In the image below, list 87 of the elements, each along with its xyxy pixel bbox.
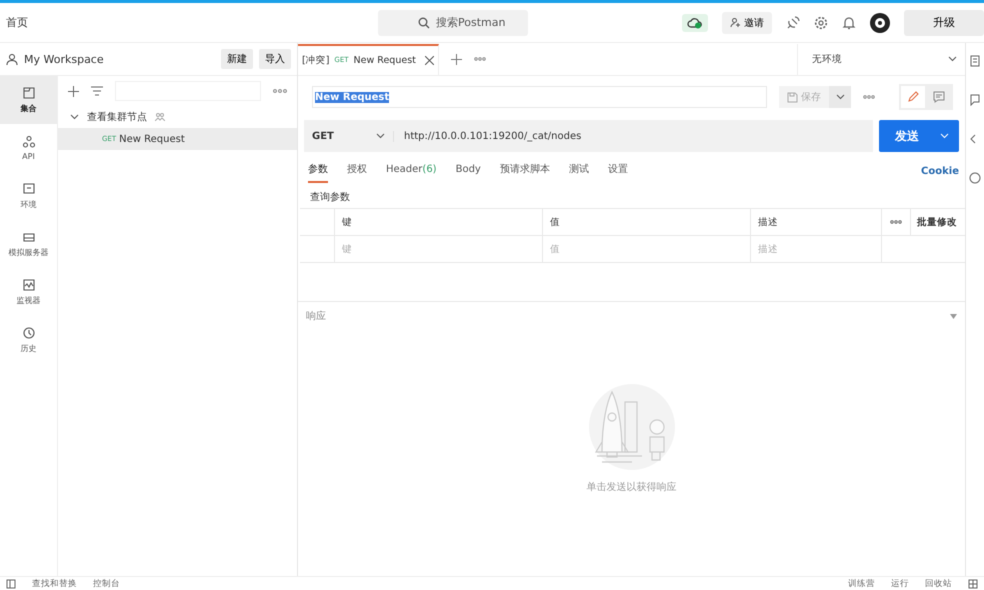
request-section-tab[interactable]: 参数 xyxy=(308,159,328,183)
history-icon xyxy=(22,326,36,340)
workspace-name: My Workspace xyxy=(24,52,105,66)
chevron-icon xyxy=(376,133,385,139)
sidebar-nav-item[interactable]: API xyxy=(0,124,57,172)
param-input[interactable]: 描述 xyxy=(750,236,881,262)
column-header: 值 xyxy=(542,209,750,235)
environment-dropdown[interactable]: 无环境 xyxy=(797,44,965,74)
workspace-button[interactable]: 导入 xyxy=(259,49,291,69)
add-icon[interactable] xyxy=(68,86,79,96)
nav-label: API xyxy=(22,152,35,161)
add-user-icon xyxy=(730,17,741,28)
settings-icon[interactable] xyxy=(814,16,828,30)
nav-label: 历史 xyxy=(20,343,36,354)
add-tab-icon[interactable] xyxy=(450,54,462,64)
satellite-icon[interactable] xyxy=(786,16,800,30)
window-icon xyxy=(22,182,36,196)
document-icon[interactable] xyxy=(970,55,980,67)
request-section-tab[interactable]: 设置 xyxy=(608,159,628,183)
sidebar-nav-item[interactable]: 监视器 xyxy=(0,268,57,316)
status-bar-item[interactable]: 回收站 xyxy=(925,578,952,590)
search-icon xyxy=(418,16,430,28)
caret-icon[interactable] xyxy=(950,314,957,318)
response-title: 响应 xyxy=(306,310,326,323)
people-icon xyxy=(155,113,165,121)
request-section-tab[interactable]: Header(6) xyxy=(386,159,437,183)
upgrade-button[interactable]: 升级 xyxy=(904,10,984,36)
chevron-icon xyxy=(70,114,79,120)
info-icon[interactable] xyxy=(969,172,981,184)
section-title: 查询参数 xyxy=(309,190,351,205)
close-icon[interactable] xyxy=(424,56,434,64)
nav-label: 模拟服务器 xyxy=(8,247,48,258)
nav-label: 环境 xyxy=(20,199,36,210)
sync-status-icon[interactable] xyxy=(682,14,708,32)
param-input[interactable]: 值 xyxy=(542,236,750,262)
edit-mode-button[interactable] xyxy=(901,86,925,108)
empty-response-hint: 单击发送以获得响应 xyxy=(586,480,676,494)
more-icon[interactable] xyxy=(474,57,486,61)
param-input[interactable]: 键 xyxy=(334,236,542,262)
folder-icon xyxy=(22,86,36,100)
filter-icon[interactable] xyxy=(91,86,103,96)
request-name-field[interactable]: New Request xyxy=(312,86,767,108)
request-section-tab[interactable]: Body xyxy=(456,159,481,183)
sidebar-nav-item[interactable]: 环境 xyxy=(0,172,57,220)
comment-icon xyxy=(933,91,945,103)
nodes-icon xyxy=(22,135,36,149)
sidebar-nav-item[interactable]: 集合 xyxy=(0,76,57,124)
layout-icon[interactable] xyxy=(968,578,978,588)
chevron-icon xyxy=(836,94,844,100)
chevron-icon xyxy=(948,56,957,62)
request-section-tab[interactable]: 测试 xyxy=(568,159,589,183)
home-link[interactable]: 首页 xyxy=(6,15,28,30)
workspace-button[interactable]: 新建 xyxy=(221,49,253,69)
pencil-icon xyxy=(907,91,919,103)
search-field[interactable]: 搜索Postman xyxy=(378,10,528,36)
comment-icon[interactable] xyxy=(970,94,980,106)
avatar-icon[interactable] xyxy=(870,12,890,32)
status-bar-item[interactable]: 运行 xyxy=(891,578,909,590)
collection-item[interactable]: 查看集群节点 xyxy=(58,106,297,128)
url-field[interactable]: http://10.0.0.101:19200/_cat/nodes xyxy=(394,130,582,142)
bell-icon[interactable] xyxy=(842,16,856,30)
pulse-icon xyxy=(22,278,36,292)
nav-label: 集合 xyxy=(20,103,36,114)
column-header: 描述 xyxy=(750,209,881,235)
send-button[interactable]: 发送 xyxy=(879,120,959,152)
more-icon[interactable] xyxy=(273,89,287,93)
bulk-edit-link[interactable]: 批量修改 xyxy=(910,209,966,235)
status-bar-item[interactable]: 训练营 xyxy=(848,578,875,590)
save-options-button[interactable] xyxy=(829,86,851,108)
status-bar-item[interactable]: 查找和替换 xyxy=(32,578,77,590)
method-dropdown[interactable]: GET xyxy=(304,130,394,142)
more-icon[interactable] xyxy=(890,220,902,224)
collection-name: 查看集群节点 xyxy=(87,110,147,124)
user-icon xyxy=(6,53,18,65)
cookie-link[interactable]: Cookie xyxy=(921,166,959,176)
status-bar-item[interactable]: 控制台 xyxy=(93,578,120,590)
request-section-tab[interactable]: 预请求脚本 xyxy=(500,159,550,183)
sidebar-nav-item[interactable]: 模拟服务器 xyxy=(0,220,57,268)
sidebar-nav-item[interactable]: 历史 xyxy=(0,316,57,364)
invite-button[interactable]: 邀请 xyxy=(722,12,772,34)
layout-icon[interactable] xyxy=(6,578,16,588)
column-header: 键 xyxy=(334,209,542,235)
more-icon[interactable] xyxy=(863,95,875,99)
save-icon xyxy=(787,92,798,102)
nav-label: 监视器 xyxy=(16,295,40,306)
request-section-tab[interactable]: 授权 xyxy=(347,159,367,183)
chevron-icon xyxy=(940,133,949,139)
